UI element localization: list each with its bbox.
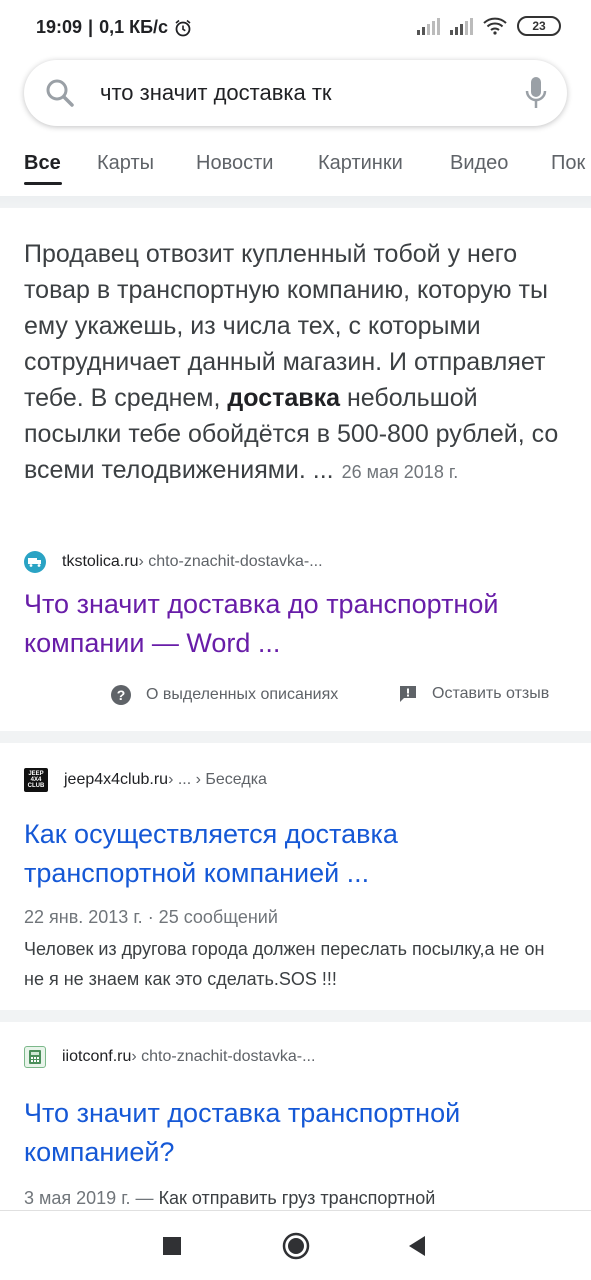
snippet-bold: доставка xyxy=(227,384,341,412)
featured-snippet-text: Продавец отвозит купленный тобой у него … xyxy=(24,236,569,490)
result-2-description: 3 мая 2019 г. — Как отправить груз транс… xyxy=(24,1183,569,1209)
status-right: 23 xyxy=(417,16,561,36)
about-label: О выделенных описаниях xyxy=(146,686,339,703)
status-bar: 19:09 | 0,1 КБ/с 23 xyxy=(0,0,591,56)
result-1-meta: 22 янв. 2013 г. · 25 сообщений xyxy=(24,907,278,927)
result-2-date: 3 мая 2019 г. — xyxy=(24,1188,159,1208)
feedback-icon xyxy=(400,686,416,702)
status-left: 19:09 | 0,1 КБ/с xyxy=(36,17,192,38)
feedback-button[interactable]: Оставить отзыв xyxy=(398,684,549,704)
status-time: 19:09 xyxy=(36,17,83,37)
about-featured-snippets[interactable]: ? О выделенных описаниях xyxy=(110,684,338,706)
tkstolica-favicon xyxy=(24,551,46,573)
wifi-icon xyxy=(483,17,507,35)
result-1-site: jeep4x4club.ru xyxy=(64,771,169,788)
system-nav-bar xyxy=(0,1210,591,1280)
result-2-text: Как отправить груз транспортной xyxy=(158,1188,436,1208)
snippet-path: › chto-znachit-dostavka-... xyxy=(138,553,323,570)
battery-icon: 23 xyxy=(517,16,561,36)
tab-shopping[interactable]: Пок xyxy=(551,152,585,175)
result-1-source[interactable]: JEEP 4X4 CLUB jeep4x4club.ru › ... › Бесед… xyxy=(24,768,267,792)
search-bar[interactable]: что значит доставка тк xyxy=(24,60,567,126)
home-icon[interactable] xyxy=(282,1232,310,1260)
tab-images[interactable]: Картинки xyxy=(318,152,403,175)
result-2-source[interactable]: iiotconf.ru › chto-znachit-dostavka-... xyxy=(24,1046,315,1068)
help-icon: ? xyxy=(111,685,131,705)
tab-news[interactable]: Новости xyxy=(196,152,273,175)
mic-icon[interactable] xyxy=(525,76,547,110)
status-divider: | xyxy=(88,17,94,37)
svg-text:?: ? xyxy=(117,687,126,703)
result-1-description: Человек из другова города должен пересла… xyxy=(24,939,545,989)
iiotconf-favicon xyxy=(24,1046,46,1068)
snippet-title-link[interactable]: Что значит доставка до транспортной комп… xyxy=(24,585,574,663)
result-1-title-link[interactable]: Как осуществляется доставка транспортной… xyxy=(24,815,574,893)
snippet-site: tkstolica.ru xyxy=(62,553,139,570)
signal-icon xyxy=(417,17,440,35)
result-2-path: › chto-znachit-dostavka-... xyxy=(131,1048,316,1065)
tabs-divider xyxy=(0,196,591,208)
search-tabs: Все Карты Новости Картинки Видео Пок xyxy=(0,140,591,196)
result-2-site: iiotconf.ru xyxy=(62,1048,132,1065)
signal-roaming-icon xyxy=(450,17,473,35)
snippet-date: 26 мая 2018 г. xyxy=(341,462,459,482)
alarm-icon xyxy=(175,19,191,36)
recents-icon[interactable] xyxy=(163,1237,181,1255)
card-separator xyxy=(0,1010,591,1022)
back-icon[interactable] xyxy=(407,1235,427,1257)
truck-icon xyxy=(28,558,41,567)
feedback-label: Оставить отзыв xyxy=(432,685,550,702)
card-separator xyxy=(0,731,591,743)
snippet-source[interactable]: tkstolica.ru › chto-znachit-dostavka-... xyxy=(24,551,323,573)
calculator-icon xyxy=(29,1050,41,1064)
tab-maps[interactable]: Карты xyxy=(97,152,154,175)
search-icon[interactable] xyxy=(44,77,76,109)
battery-level: 23 xyxy=(532,19,546,33)
status-speed: 0,1 КБ/с xyxy=(99,17,169,37)
tab-video[interactable]: Видео xyxy=(450,152,508,175)
tab-active-indicator xyxy=(24,182,62,185)
jeep4x4club-favicon: JEEP 4X4 CLUB xyxy=(24,768,48,792)
result-1-path: › ... › Беседка xyxy=(168,771,267,788)
search-input[interactable]: что значит доставка тк xyxy=(100,80,332,106)
result-2-title-link[interactable]: Что значит доставка транспортной компани… xyxy=(24,1094,574,1172)
tab-all[interactable]: Все xyxy=(24,152,61,175)
